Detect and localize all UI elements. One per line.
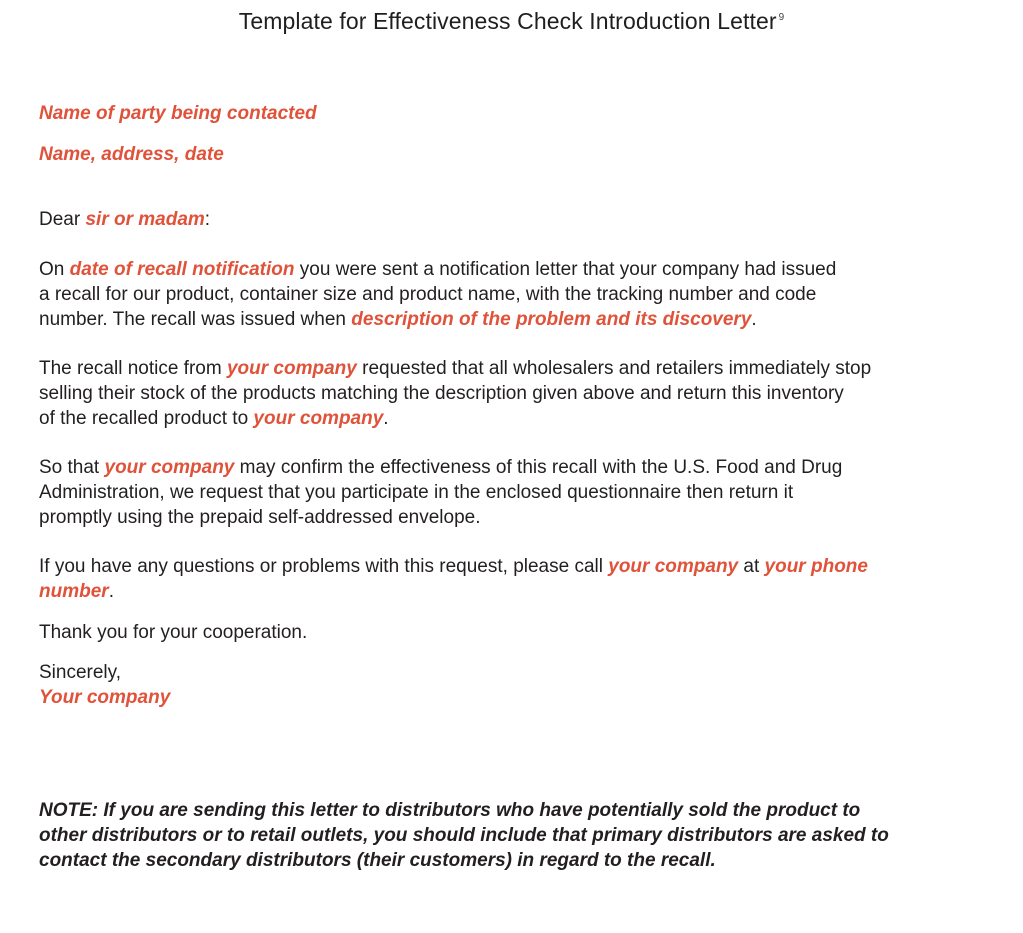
text: If you have any questions or problems wi… [39, 556, 609, 577]
text: may confirm the effectiveness of this re… [234, 457, 843, 478]
p1-line-2: a recall for our product, container size… [39, 284, 817, 305]
note-line-2: other distributors or to retail outlets,… [39, 825, 889, 846]
title-text: Template for Effectiveness Check Introdu… [238, 8, 777, 34]
note-line-1: NOTE: If you are sending this letter to … [39, 800, 861, 821]
text: On [39, 259, 70, 280]
closing-text: Sincerely, [39, 662, 122, 683]
text: . [108, 581, 114, 602]
placeholder-phone: number [39, 581, 109, 602]
text: requested that all wholesalers and retai… [356, 358, 872, 379]
note-line-3: contact the secondary distributors (thei… [39, 850, 716, 871]
p2-line-3: of the recalled product to your company. [39, 406, 989, 431]
placeholder-salutation: sir or madam [85, 209, 205, 230]
p1-line-3: number. The recall was issued when descr… [39, 307, 989, 332]
text: So that [39, 457, 105, 478]
placeholder-problem-description: description of the problem and its disco… [351, 309, 752, 330]
placeholder-company: your company [104, 457, 235, 478]
thanks-line: Thank you for your cooperation. [39, 622, 308, 643]
text: at [738, 556, 765, 577]
text: you were sent a notification letter that… [294, 259, 837, 280]
recipient-address: Name, address, date [39, 142, 989, 167]
placeholder-company: your company [226, 358, 357, 379]
p1-line-1: On date of recall notification you were … [39, 257, 989, 282]
p3-line-2: Administration, we request that you part… [39, 482, 794, 503]
p2-line-1: The recall notice from your company requ… [39, 356, 989, 381]
salutation-suffix: : [204, 209, 211, 230]
paragraph-4: If you have any questions or problems wi… [39, 554, 989, 604]
text: . [383, 408, 389, 429]
paragraph-3: So that your company may confirm the eff… [39, 455, 989, 530]
text: of the recalled product to [39, 408, 254, 429]
paragraph-2: The recall notice from your company requ… [39, 356, 989, 431]
placeholder-company: your company [608, 556, 739, 577]
salutation-prefix: Dear [39, 209, 86, 230]
title-footnote: 9 [778, 12, 785, 23]
note: NOTE: If you are sending this letter to … [39, 798, 989, 873]
text: The recall notice from [39, 358, 227, 379]
p2-line-2: selling their stock of the products matc… [39, 383, 844, 404]
p3-line-3: promptly using the prepaid self-addresse… [39, 507, 481, 528]
placeholder-recall-date: date of recall notification [69, 259, 295, 280]
p4-line-2: number. [39, 579, 989, 604]
placeholder-company: your company [253, 408, 384, 429]
salutation: Dear sir or madam: [39, 207, 989, 232]
placeholder-phone: your phone [764, 556, 868, 577]
placeholder-signature: Your company [39, 687, 171, 708]
p4-line-1: If you have any questions or problems wi… [39, 554, 989, 579]
paragraph-1: On date of recall notification you were … [39, 257, 989, 332]
text: . [751, 309, 757, 330]
p3-line-1: So that your company may confirm the eff… [39, 455, 989, 480]
closing: Sincerely, Your company [39, 660, 989, 710]
page-title: Template for Effectiveness Check Introdu… [0, 8, 1023, 35]
text: number. The recall was issued when [39, 309, 352, 330]
recipient-name: Name of party being contacted [39, 101, 989, 126]
placeholder-party: Name of party being contacted [39, 103, 317, 124]
placeholder-address: Name, address, date [39, 144, 224, 165]
